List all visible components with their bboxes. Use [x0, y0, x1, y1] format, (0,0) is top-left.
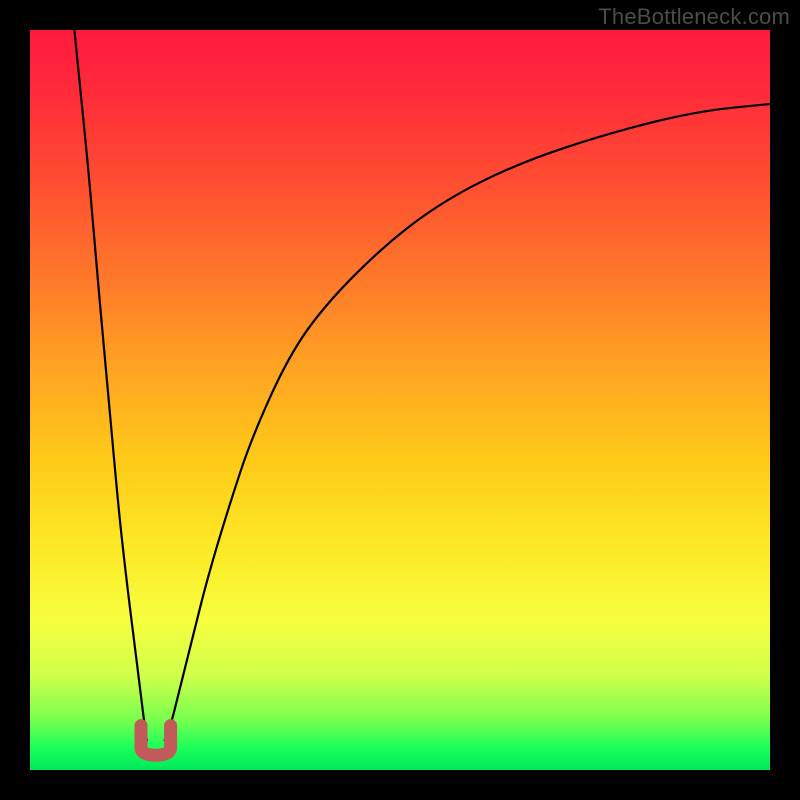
watermark-text: TheBottleneck.com — [598, 4, 790, 30]
chart-frame: TheBottleneck.com — [0, 0, 800, 800]
curve-overlay — [30, 30, 770, 770]
curve-right-branch — [165, 104, 770, 740]
curve-left-branch — [74, 30, 146, 740]
minimum-marker — [141, 726, 171, 756]
plot-area — [30, 30, 770, 770]
